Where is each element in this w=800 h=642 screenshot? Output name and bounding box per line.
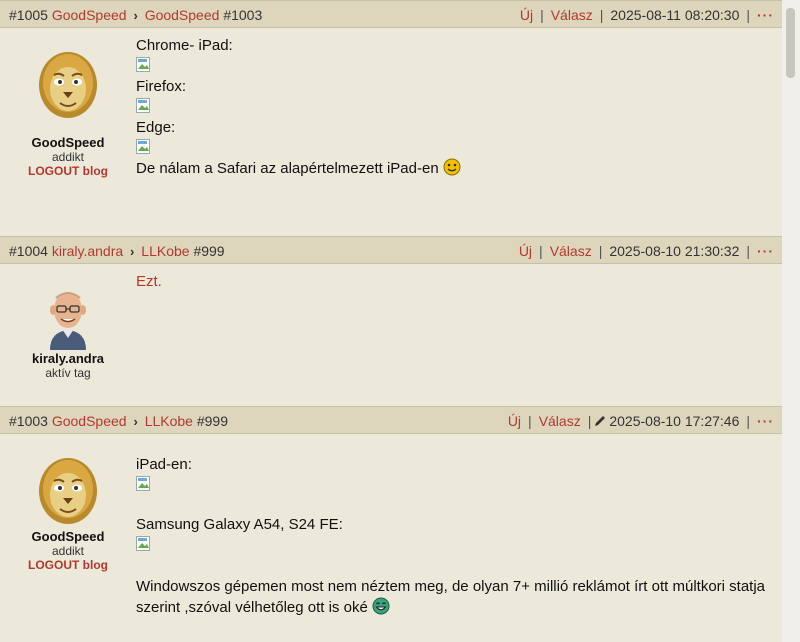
broken-image-icon[interactable]: [136, 536, 152, 552]
post-author-panel: GoodSpeed addikt LOGOUT blog: [0, 28, 136, 236]
post-number: #1004: [9, 243, 48, 259]
broken-image-icon[interactable]: [136, 57, 152, 73]
post-header: #1004 kiraly.andra › LLKobe #999 Új | Vála…: [0, 236, 782, 264]
reply-to-user-link[interactable]: LLKobe: [145, 413, 193, 429]
reply-link[interactable]: Válasz: [551, 7, 593, 23]
reply-arrow-icon: ›: [130, 244, 135, 259]
reply-link[interactable]: Válasz: [539, 413, 581, 429]
username[interactable]: GoodSpeed: [0, 135, 136, 150]
new-link[interactable]: Új: [520, 7, 533, 23]
scrollbar-thumb[interactable]: [786, 8, 795, 78]
post-link[interactable]: Ezt.: [136, 273, 162, 290]
post-meta-right: Új | Válasz | 2025-08-11 08:20:30 | ···: [519, 7, 774, 23]
post-meta-left: #1005 GoodSpeed › GoodSpeed #1003: [9, 1, 262, 30]
post-text-line: De nálam a Safari az alapértelmezett iPa…: [136, 160, 439, 177]
post-timestamp: 2025-08-10 17:27:46: [609, 413, 740, 429]
reply-to-user-link[interactable]: LLKobe: [141, 243, 189, 259]
broken-image-icon[interactable]: [136, 98, 152, 114]
post-text-line: Firefox:: [136, 78, 187, 95]
post-body: kiraly.andra aktív tag Ezt.: [0, 264, 782, 406]
reply-to-post-number[interactable]: #1003: [223, 7, 262, 23]
post-list: #1005 GoodSpeed › GoodSpeed #1003 Új | Vál…: [0, 0, 782, 642]
new-link[interactable]: Új: [508, 413, 521, 429]
user-rank: addikt: [51, 544, 85, 558]
reply-to-user-link[interactable]: GoodSpeed: [145, 7, 220, 23]
post-meta-right: Új | Válasz | 2025-08-10 17:27:46 | ···: [507, 413, 774, 429]
post-text-line: Windowszos gépemen most nem néztem meg, …: [136, 578, 766, 616]
post-author-link[interactable]: GoodSpeed: [52, 7, 127, 23]
user-blog-link[interactable]: LOGOUT blog: [0, 164, 136, 178]
post-author-link[interactable]: kiraly.andra: [52, 243, 123, 259]
forum-page: #1005 GoodSpeed › GoodSpeed #1003 Új | Vál…: [0, 0, 800, 642]
post-content: Chrome- iPad: Firefox: Edge: De nálam a …: [136, 35, 772, 179]
user-blog-link[interactable]: LOGOUT blog: [0, 558, 136, 572]
broken-image-icon[interactable]: [136, 476, 152, 492]
user-rank: addikt: [51, 150, 85, 164]
post-author-panel: kiraly.andra aktív tag: [0, 264, 136, 406]
post-number: #1005: [9, 7, 48, 23]
post-content: Ezt.: [136, 271, 772, 292]
post-timestamp: 2025-08-11 08:20:30: [610, 7, 740, 23]
man-avatar[interactable]: [44, 282, 92, 350]
post-meta-left: #1003 GoodSpeed › LLKobe #999: [9, 407, 228, 436]
post-content: iPad-en: Samsung Galaxy A54, S24 FE: Win…: [136, 454, 772, 618]
post-text-line: Chrome- iPad:: [136, 37, 233, 54]
post-meta-right: Új | Válasz | 2025-08-10 21:30:32 | ···: [518, 243, 774, 259]
post-header: #1003 GoodSpeed › LLKobe #999 Új | Válasz |…: [0, 406, 782, 434]
lion-avatar[interactable]: [37, 48, 99, 120]
more-options-icon[interactable]: ···: [757, 243, 774, 259]
reply-to-post-number[interactable]: #999: [193, 243, 224, 259]
user-rank: aktív tag: [45, 366, 91, 380]
smiley-icon: [443, 158, 461, 176]
reply-to-post-number[interactable]: #999: [197, 413, 228, 429]
post-text-line: Samsung Galaxy A54, S24 FE:: [136, 516, 343, 533]
reply-link[interactable]: Válasz: [550, 243, 592, 259]
post-meta-left: #1004 kiraly.andra › LLKobe #999: [9, 237, 225, 266]
pencil-edit-icon: [595, 415, 606, 426]
post-body: GoodSpeed addikt LOGOUT blog Chrome- iPa…: [0, 28, 782, 236]
new-link[interactable]: Új: [519, 243, 532, 259]
more-options-icon[interactable]: ···: [757, 413, 774, 429]
post-author-link[interactable]: GoodSpeed: [52, 413, 127, 429]
reply-arrow-icon: ›: [133, 8, 138, 23]
post-text-line: iPad-en:: [136, 456, 192, 473]
post-header: #1005 GoodSpeed › GoodSpeed #1003 Új | Vál…: [0, 0, 782, 28]
scrollbar-track[interactable]: [782, 0, 800, 642]
post-body: GoodSpeed addikt LOGOUT blog iPad-en: Sa…: [0, 434, 782, 642]
username[interactable]: GoodSpeed: [0, 529, 136, 544]
more-options-icon[interactable]: ···: [757, 7, 774, 23]
lion-avatar[interactable]: [37, 454, 99, 526]
post-text-line: Edge:: [136, 119, 176, 136]
post-author-panel: GoodSpeed addikt LOGOUT blog: [0, 434, 136, 642]
reply-arrow-icon: ›: [133, 414, 138, 429]
broken-image-icon[interactable]: [136, 139, 152, 155]
post-number: #1003: [9, 413, 48, 429]
laughing-smiley-icon: [372, 597, 390, 615]
username[interactable]: kiraly.andra: [0, 351, 136, 366]
post-timestamp: 2025-08-10 21:30:32: [609, 243, 740, 259]
